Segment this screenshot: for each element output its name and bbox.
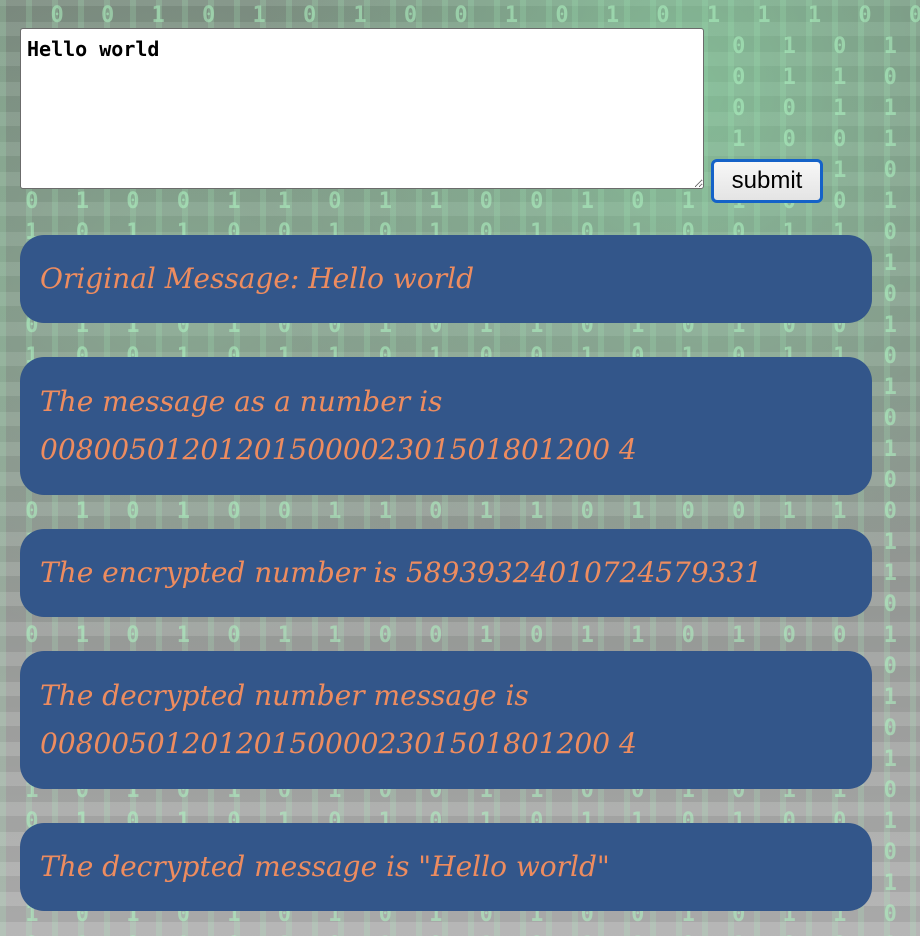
message-form: Hello world submit [20, 28, 830, 206]
original-message-box: Original Message: Hello world [20, 235, 872, 323]
message-as-number-box: The message as a number is 0080050120120… [20, 357, 872, 495]
encrypted-number-text: The encrypted number is 5893932401072457… [40, 556, 763, 589]
decrypted-number-content: The decrypted number message is 00800501… [40, 672, 637, 768]
submit-button[interactable]: submit [711, 159, 823, 203]
message-as-number-content: The message as a number is 0080050120120… [40, 378, 637, 474]
message-input[interactable]: Hello world [20, 28, 704, 189]
decrypted-number-value: 00800501201201500002301501801200 4 [40, 727, 637, 760]
decrypted-message-box: The decrypted message is "Hello world" [20, 823, 872, 911]
decrypted-message-text: The decrypted message is "Hello world" [40, 850, 610, 883]
original-message-text: Original Message: Hello world [40, 262, 474, 295]
message-as-number-value: 00800501201201500002301501801200 4 [40, 433, 637, 466]
encrypted-number-box: The encrypted number is 5893932401072457… [20, 529, 872, 617]
decrypted-number-box: The decrypted number message is 00800501… [20, 651, 872, 789]
decrypted-number-label: The decrypted number message is [40, 679, 529, 712]
message-as-number-label: The message as a number is [40, 385, 443, 418]
